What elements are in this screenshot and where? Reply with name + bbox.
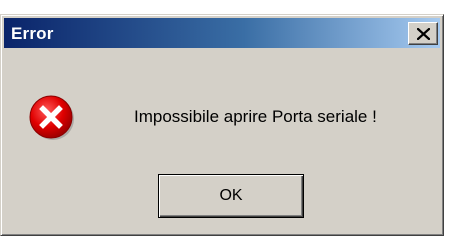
error-dialog: Error Impossibile aprire Porta seriale !…	[0, 14, 444, 236]
error-message: Impossibile aprire Porta seriale !	[134, 107, 377, 126]
error-icon	[29, 95, 74, 140]
ok-button[interactable]: OK	[158, 174, 304, 218]
close-button[interactable]	[408, 22, 438, 45]
close-icon	[417, 28, 430, 40]
title-bar[interactable]: Error	[4, 18, 440, 48]
ok-button-label: OK	[219, 187, 243, 204]
dialog-title: Error	[11, 24, 54, 43]
